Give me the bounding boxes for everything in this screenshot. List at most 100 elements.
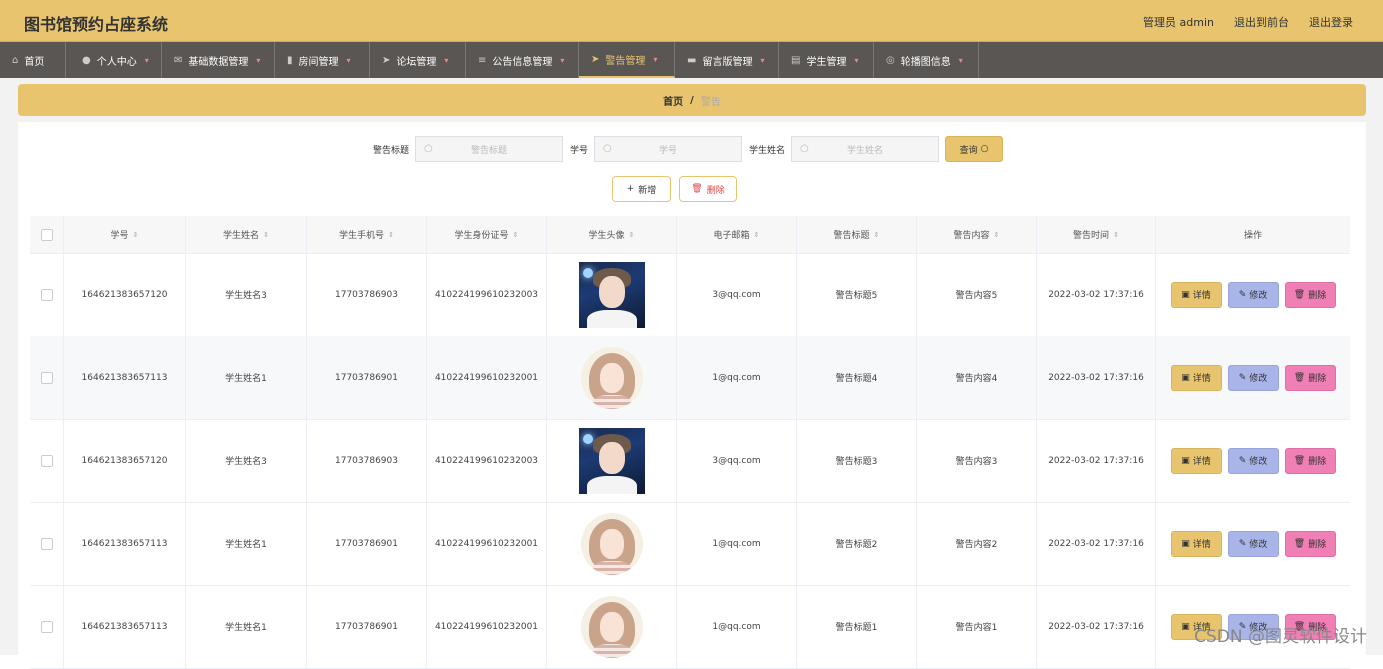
row-select-cell — [30, 253, 64, 336]
chevron-down-icon: ▾ — [854, 55, 859, 65]
col-title: 学生姓名 — [223, 231, 260, 241]
add-button[interactable]: + 新增 — [612, 176, 671, 202]
select-all-checkbox[interactable] — [40, 228, 53, 241]
cell-name: 学生姓名1 — [186, 502, 307, 585]
query-label: 查询 — [959, 145, 978, 156]
top-header: 图书馆预约占座系统 管理员 admin 退出到前台 退出登录 — [0, 0, 1383, 42]
cell-avatar — [547, 419, 677, 502]
cell-id: 164621383657113 — [64, 336, 186, 419]
trash-icon: 🗑 — [1293, 372, 1306, 383]
cell-phone: 17703786901 — [307, 585, 427, 668]
chevron-down-icon: ▾ — [560, 55, 565, 65]
col-header-idcard[interactable]: 学生身份证号 ⇕ — [427, 216, 547, 253]
col-header-id[interactable]: 学号 ⇕ — [64, 216, 186, 253]
cell-content: 警告内容4 — [917, 336, 1037, 419]
nav-item-warnings[interactable]: ➤ 警告管理 ▾ — [579, 42, 675, 78]
cell-time: 2022-03-02 17:37:16 — [1037, 502, 1156, 585]
search-input-id[interactable]: ○ 学号 — [594, 136, 742, 162]
row-checkbox[interactable] — [40, 371, 53, 384]
nav-item-forum[interactable]: ➤ 论坛管理 ▾ — [370, 42, 466, 78]
chevron-down-icon: ▾ — [346, 55, 351, 65]
nav-item-carousel[interactable]: ◎ 轮播图信息 ▾ — [874, 42, 979, 78]
delete-label: 删除 — [1308, 291, 1327, 301]
cell-idcard: 410224199610232001 — [427, 585, 547, 668]
row-checkbox[interactable] — [40, 288, 53, 301]
nav-item-students[interactable]: ▤ 学生管理 ▾ — [779, 42, 874, 78]
row-select-cell — [30, 419, 64, 502]
detail-button[interactable]: ▣ 详情 — [1170, 530, 1222, 557]
detail-button[interactable]: ▣ 详情 — [1170, 281, 1222, 308]
delete-button[interactable]: 🗑 删除 — [1284, 447, 1336, 474]
cell-idcard: 410224199610232001 — [427, 502, 547, 585]
edit-button[interactable]: ✎ 修改 — [1227, 364, 1279, 391]
trash-icon: 🗑 — [1293, 538, 1306, 549]
app-title: 图书馆预约占座系统 — [24, 15, 169, 34]
send-icon: ➤ — [382, 54, 391, 66]
admin-user-link[interactable]: 管理员 admin — [1143, 14, 1214, 30]
detail-button[interactable]: ▣ 详情 — [1170, 447, 1222, 474]
col-header-email[interactable]: 电子邮箱 ⇕ — [677, 216, 797, 253]
nav-label: 首页 — [24, 56, 45, 68]
batch-delete-button[interactable]: 🗑 删除 — [679, 176, 737, 202]
search-label-title: 警告标题 — [373, 146, 410, 156]
search-label-name: 学生姓名 — [749, 146, 786, 156]
col-header-content[interactable]: 警告内容 ⇕ — [917, 216, 1037, 253]
col-header-phone[interactable]: 学生手机号 ⇕ — [307, 216, 427, 253]
row-checkbox[interactable] — [40, 454, 53, 467]
delete-label: 删除 — [1308, 540, 1327, 550]
cell-avatar — [547, 585, 677, 668]
nav-item-rooms[interactable]: ▮ 房间管理 ▾ — [275, 42, 370, 78]
delete-button[interactable]: 🗑 删除 — [1284, 281, 1336, 308]
cell-title: 警告标题4 — [797, 336, 917, 419]
cell-content: 警告内容3 — [917, 419, 1037, 502]
search-input-name[interactable]: ○ 学生姓名 — [791, 136, 939, 162]
cell-idcard: 410224199610232001 — [427, 336, 547, 419]
cell-email: 1@qq.com — [677, 336, 797, 419]
row-checkbox[interactable] — [40, 620, 53, 633]
delete-button[interactable]: 🗑 删除 — [1284, 364, 1336, 391]
search-icon: ○ — [424, 143, 433, 154]
watermark: CSDN @图灵软件设计 — [1194, 627, 1367, 647]
nav-item-profile[interactable]: ● 个人中心 ▾ — [66, 42, 162, 78]
pencil-icon: ✎ — [1238, 455, 1247, 466]
chevron-down-icon: ▾ — [653, 54, 658, 64]
content-area: 首页 / 警告 警告标题 ○ 警告标题 学号 ○ 学号 学生姓名 ○ 学生姓名 … — [0, 78, 1383, 669]
nav-label: 留言版管理 — [702, 56, 753, 68]
nav-item-basic-data[interactable]: ✉ 基础数据管理 ▾ — [162, 42, 275, 78]
search-placeholder: 警告标题 — [470, 145, 507, 156]
col-header-title[interactable]: 警告标题 ⇕ — [797, 216, 917, 253]
edit-button[interactable]: ✎ 修改 — [1227, 530, 1279, 557]
cell-avatar — [547, 502, 677, 585]
action-bar: + 新增 🗑 删除 — [18, 176, 1366, 202]
nav-item-notices[interactable]: ≡ 公告信息管理 ▾ — [466, 42, 579, 78]
chevron-down-icon: ▾ — [144, 55, 149, 65]
nav-item-home[interactable]: ⌂ 首页 — [0, 42, 66, 78]
col-title: 警告时间 — [1073, 231, 1110, 241]
back-to-frontend-link[interactable]: 退出到前台 — [1234, 14, 1289, 30]
query-button[interactable]: 查询 ○ — [945, 136, 1003, 162]
col-header-time[interactable]: 警告时间 ⇕ — [1037, 216, 1156, 253]
cell-phone: 17703786901 — [307, 336, 427, 419]
table-row: 164621383657113 学生姓名1 17703786901 410224… — [30, 585, 1350, 669]
col-header-name[interactable]: 学生姓名 ⇕ — [186, 216, 307, 253]
sort-icon: ⇕ — [753, 230, 760, 239]
search-input-title[interactable]: ○ 警告标题 — [415, 136, 563, 162]
edit-button[interactable]: ✎ 修改 — [1227, 447, 1279, 474]
cell-name: 学生姓名1 — [186, 585, 307, 668]
edit-button[interactable]: ✎ 修改 — [1227, 281, 1279, 308]
col-header-avatar[interactable]: 学生头像 ⇕ — [547, 216, 677, 253]
delete-button[interactable]: 🗑 删除 — [1284, 530, 1336, 557]
detail-button[interactable]: ▣ 详情 — [1170, 364, 1222, 391]
logout-link[interactable]: 退出登录 — [1309, 14, 1353, 30]
cell-ops: ▣ 详情 ✎ 修改 🗑 删除 — [1156, 502, 1350, 585]
row-checkbox[interactable] — [40, 537, 53, 550]
sort-icon: ⇕ — [132, 230, 139, 239]
nav-item-messages[interactable]: ▬ 留言版管理 ▾ — [675, 42, 779, 78]
avatar — [578, 427, 645, 494]
clipboard-icon: ▤ — [791, 54, 801, 66]
cell-ops: ▣ 详情 ✎ 修改 🗑 删除 — [1156, 419, 1350, 502]
breadcrumb-home[interactable]: 首页 — [663, 93, 683, 108]
nav-label: 轮播图信息 — [900, 56, 951, 68]
document-icon: ▣ — [1181, 455, 1190, 466]
cell-idcard: 410224199610232003 — [427, 419, 547, 502]
